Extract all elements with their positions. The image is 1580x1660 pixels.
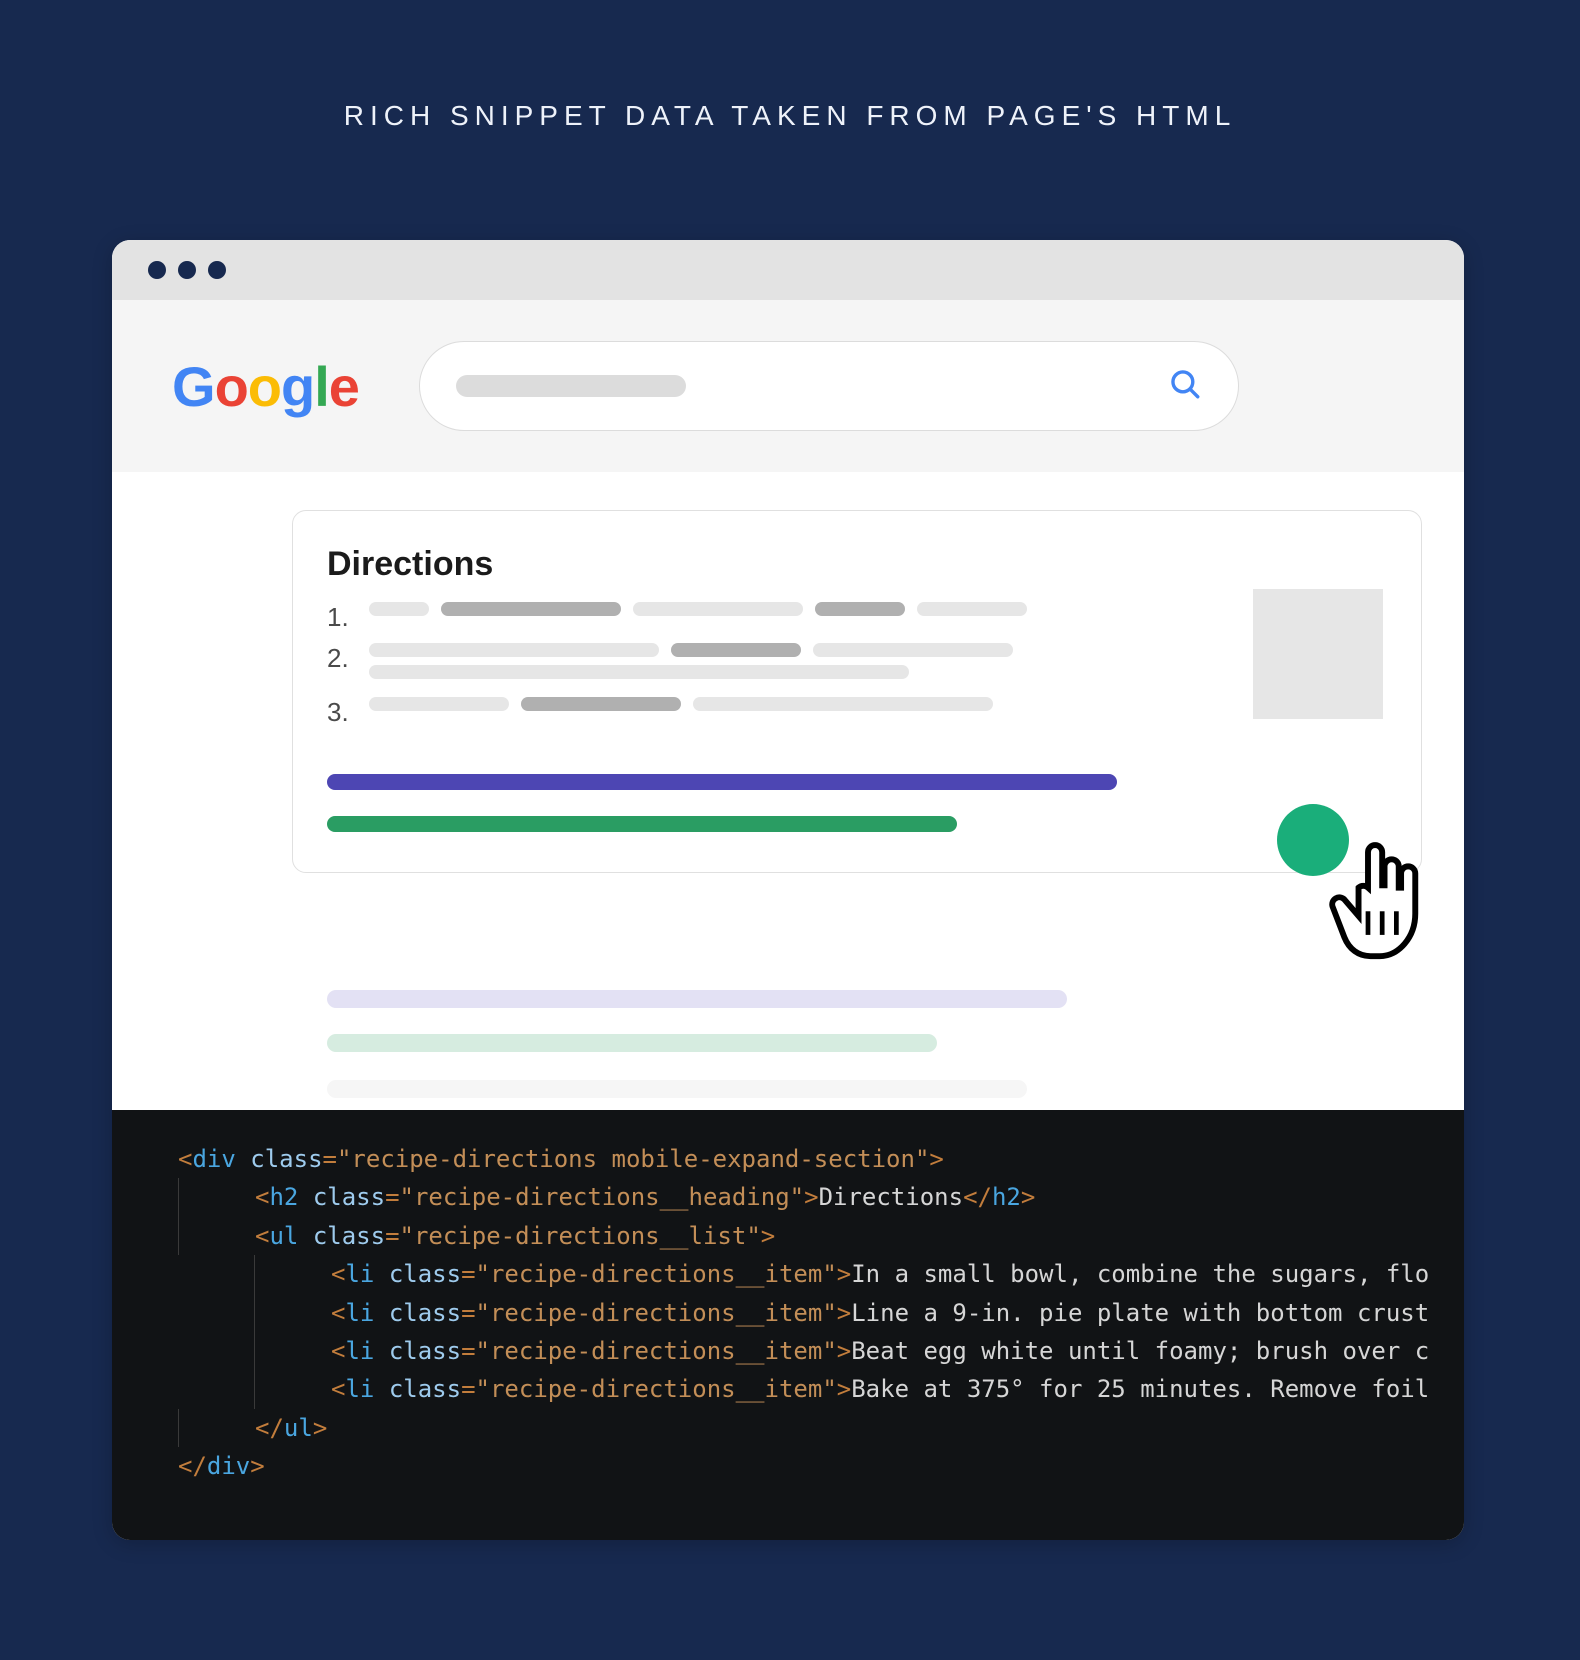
pointer-cursor-icon xyxy=(1327,838,1435,968)
traffic-light-dot[interactable] xyxy=(178,261,196,279)
code-attr-value: recipe-directions mobile-expand-section xyxy=(351,1145,915,1173)
code-text: Bake at 375° for 25 minutes. Remove foil xyxy=(851,1375,1429,1403)
code-text: In a small bowl, combine the sugars, flo xyxy=(851,1260,1429,1288)
result-description xyxy=(327,1080,1027,1098)
code-text: Beat egg white until foamy; brush over c xyxy=(851,1337,1429,1365)
search-input[interactable] xyxy=(419,341,1239,431)
search-icon[interactable] xyxy=(1168,367,1202,406)
search-header: Google xyxy=(112,300,1464,472)
step-number: 2. xyxy=(327,643,353,674)
list-item: 1. xyxy=(327,602,1383,633)
result-thumbnail xyxy=(1253,589,1383,719)
step-number: 1. xyxy=(327,602,353,633)
search-query-placeholder xyxy=(456,375,686,397)
code-attr-value: recipe-directions__item xyxy=(490,1375,822,1403)
source-code-panel: <div class="recipe-directions mobile-exp… xyxy=(112,1110,1464,1540)
browser-window: Google Directions 1. xyxy=(112,240,1464,1540)
code-attr-value: recipe-directions__heading xyxy=(414,1183,790,1211)
google-logo: Google xyxy=(172,354,359,419)
list-item: 2. xyxy=(327,643,1383,687)
code-attr-value: recipe-directions__list xyxy=(414,1222,746,1250)
traffic-light-dot[interactable] xyxy=(208,261,226,279)
code-attr-value: recipe-directions__item xyxy=(490,1299,822,1327)
window-titlebar xyxy=(112,240,1464,300)
rich-snippet-card[interactable]: Directions 1. 2. xyxy=(292,510,1422,873)
code-text: Directions xyxy=(819,1183,964,1211)
result-url[interactable] xyxy=(327,1034,937,1052)
result-url[interactable] xyxy=(327,816,957,832)
result-title-link[interactable] xyxy=(327,990,1067,1008)
step-number: 3. xyxy=(327,697,353,728)
traffic-light-dot[interactable] xyxy=(148,261,166,279)
list-item: 3. xyxy=(327,697,1383,728)
result-title-link[interactable] xyxy=(327,774,1117,790)
directions-list: 1. 2. xyxy=(327,602,1383,728)
code-text: Line a 9-in. pie plate with bottom crust xyxy=(851,1299,1429,1327)
snippet-heading: Directions xyxy=(327,545,1383,584)
page-title: RICH SNIPPET DATA TAKEN FROM PAGE'S HTML xyxy=(0,0,1580,132)
code-attr-value: recipe-directions__item xyxy=(490,1260,822,1288)
code-attr-value: recipe-directions__item xyxy=(490,1337,822,1365)
